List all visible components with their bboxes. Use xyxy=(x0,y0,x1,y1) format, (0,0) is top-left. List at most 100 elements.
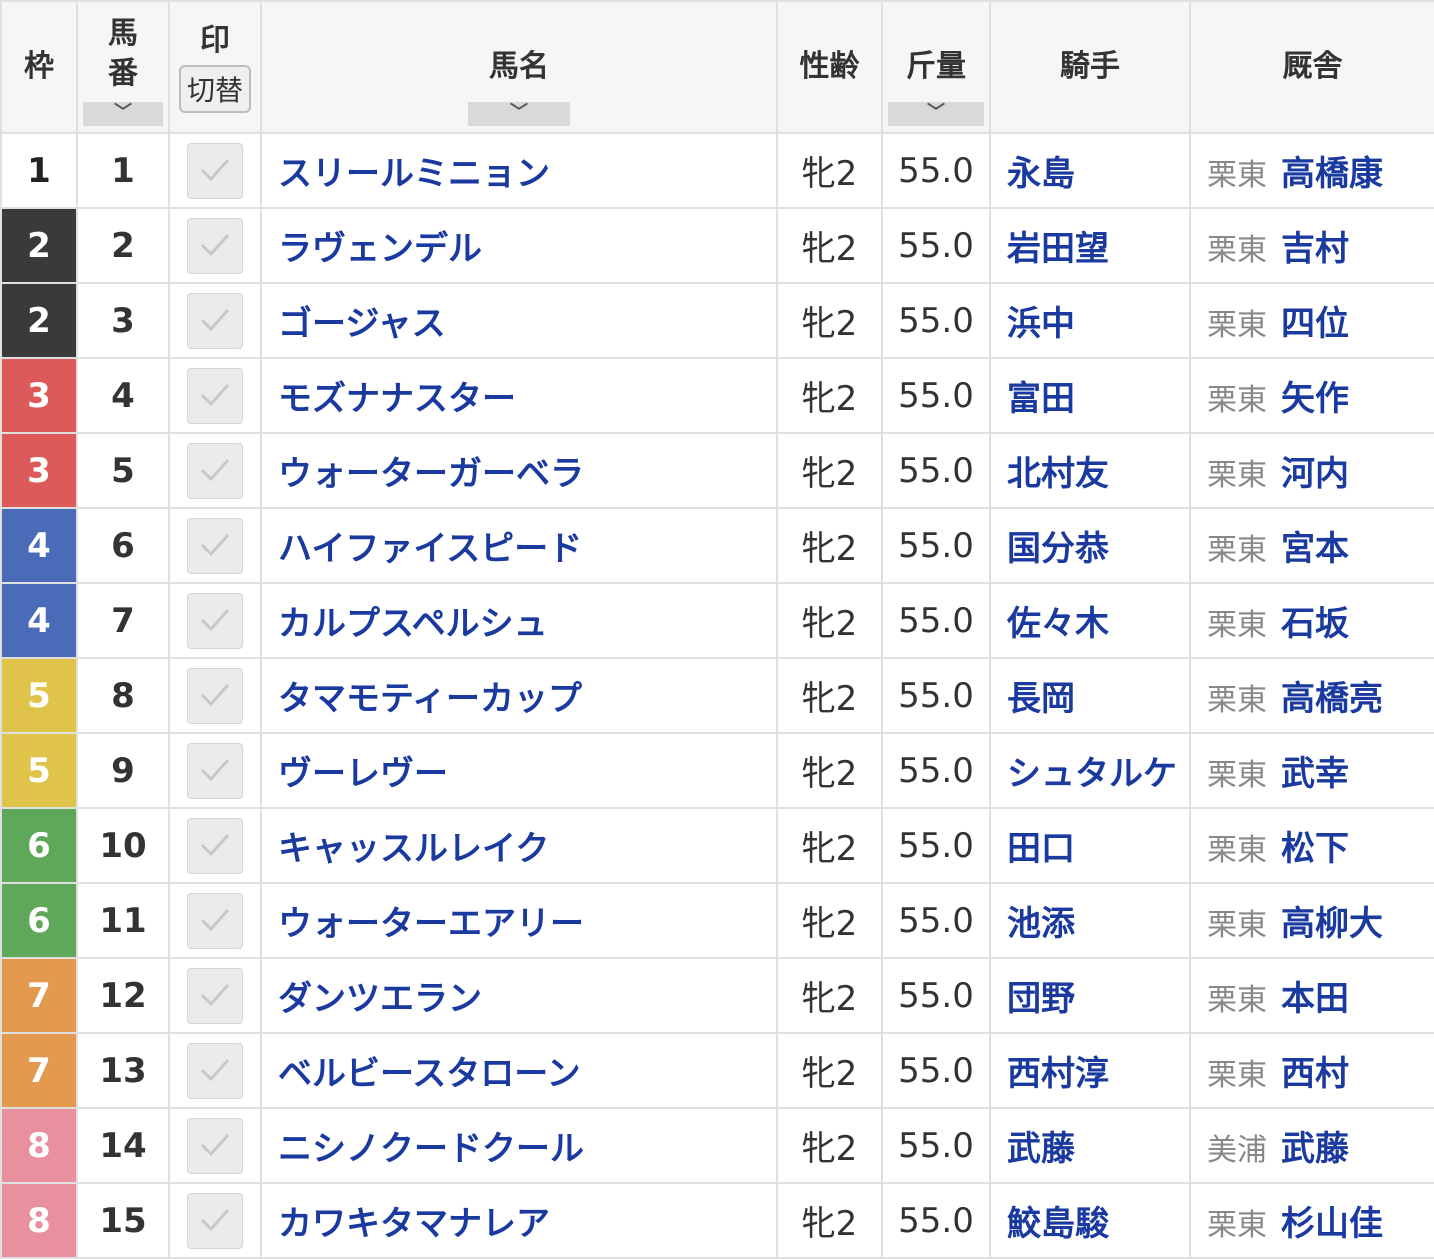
header-stable-label: 厩舎 xyxy=(1282,49,1343,84)
check-icon xyxy=(200,1133,230,1156)
horse-name-link[interactable]: ゴージャス xyxy=(260,282,778,359)
stable-cell: 栗東 四位 xyxy=(1189,282,1434,359)
stable-cell: 栗東 西村 xyxy=(1189,1032,1434,1109)
umaban-cell: 5 xyxy=(76,432,170,509)
jockey-link[interactable]: 富田 xyxy=(989,357,1191,434)
mark-checkbox[interactable] xyxy=(187,1117,243,1174)
weight-cell: 55.0 xyxy=(881,1032,991,1109)
sex-age-cell: 牝2 xyxy=(776,207,883,284)
umaban-number: 1 xyxy=(111,150,135,191)
sex-age-cell: 牝2 xyxy=(776,882,883,959)
jockey-link[interactable]: 佐々木 xyxy=(989,582,1191,659)
horse-name-link[interactable]: ウォーターエアリー xyxy=(260,882,778,959)
horse-name-link[interactable]: スリールミニョン xyxy=(260,132,778,209)
header-horse-name-label: 馬名 xyxy=(489,49,549,84)
mark-cell xyxy=(168,582,262,659)
weight-sort-button[interactable]: ﹀ xyxy=(888,102,984,126)
horse-name-link[interactable]: カルプスペルシュ xyxy=(260,582,778,659)
mark-checkbox[interactable] xyxy=(187,592,243,649)
mark-checkbox[interactable] xyxy=(187,967,243,1024)
jockey-link[interactable]: シュタルケ xyxy=(989,732,1191,809)
trainer-link[interactable]: 石坂 xyxy=(1281,604,1349,644)
mark-checkbox[interactable] xyxy=(187,817,243,874)
horse-name-sort-button[interactable]: ﹀ xyxy=(468,102,570,126)
horse-name-link[interactable]: ハイファイスピード xyxy=(260,507,778,584)
header-sex-age-label: 性齢 xyxy=(799,49,860,84)
horse-name-link[interactable]: モズナナスター xyxy=(260,357,778,434)
trainer-link[interactable]: 吉村 xyxy=(1281,229,1349,269)
mark-checkbox[interactable] xyxy=(187,367,243,424)
horse-name-link[interactable]: ラヴェンデル xyxy=(260,207,778,284)
jockey-link[interactable]: 永島 xyxy=(989,132,1191,209)
trainer-link[interactable]: 松下 xyxy=(1281,829,1349,869)
horse-name-link[interactable]: ヴーレヴー xyxy=(260,732,778,809)
horse-name-link[interactable]: ニシノクードクール xyxy=(260,1107,778,1184)
mark-cell xyxy=(168,957,262,1034)
trainer-link[interactable]: 西村 xyxy=(1281,1054,1349,1094)
trainer-link[interactable]: 杉山佳 xyxy=(1281,1204,1383,1244)
trainer-link[interactable]: 武幸 xyxy=(1281,754,1349,794)
trainer-link[interactable]: 高橋亮 xyxy=(1281,679,1383,719)
mark-checkbox[interactable] xyxy=(187,667,243,724)
horse-name-link[interactable]: カワキタマナレア xyxy=(260,1182,778,1259)
mark-checkbox[interactable] xyxy=(187,742,243,799)
mark-cell xyxy=(168,357,262,434)
waku-number: 1 xyxy=(27,150,51,191)
jockey-link[interactable]: 武藤 xyxy=(989,1107,1191,1184)
weight-cell: 55.0 xyxy=(881,1182,991,1259)
jockey-link[interactable]: 岩田望 xyxy=(989,207,1191,284)
jockey-link[interactable]: 池添 xyxy=(989,882,1191,959)
waku-number: 6 xyxy=(27,900,51,941)
jockey-link[interactable]: 西村淳 xyxy=(989,1032,1191,1109)
horse-name-link[interactable]: キャッスルレイク xyxy=(260,807,778,884)
mark-switch-button[interactable]: 切替 xyxy=(178,65,251,113)
sex-age-cell: 牝2 xyxy=(776,507,883,584)
jockey-link[interactable]: 鮫島駿 xyxy=(989,1182,1191,1259)
trainer-link[interactable]: 本田 xyxy=(1281,979,1349,1019)
weight-cell: 55.0 xyxy=(881,1107,991,1184)
stable-region: 美浦 xyxy=(1207,1133,1267,1168)
jockey-link[interactable]: 団野 xyxy=(989,957,1191,1034)
jockey-link[interactable]: 浜中 xyxy=(989,282,1191,359)
trainer-link[interactable]: 矢作 xyxy=(1281,379,1349,419)
sex-age-cell: 牝2 xyxy=(776,432,883,509)
mark-checkbox[interactable] xyxy=(187,1042,243,1099)
check-icon xyxy=(200,233,230,256)
jockey-link[interactable]: 国分恭 xyxy=(989,507,1191,584)
mark-checkbox[interactable] xyxy=(187,142,243,199)
jockey-link[interactable]: 北村友 xyxy=(989,432,1191,509)
horse-name-link[interactable]: タマモティーカップ xyxy=(260,657,778,734)
stable-cell: 栗東 高柳大 xyxy=(1189,882,1434,959)
mark-checkbox[interactable] xyxy=(187,1192,243,1249)
waku-cell: 4 xyxy=(0,507,78,584)
trainer-link[interactable]: 四位 xyxy=(1281,304,1349,344)
jockey-link[interactable]: 田口 xyxy=(989,807,1191,884)
waku-number: 2 xyxy=(27,225,51,266)
umaban-sort-button[interactable]: ﹀ xyxy=(83,102,163,126)
stable-cell: 栗東 高橋康 xyxy=(1189,132,1434,209)
mark-checkbox[interactable] xyxy=(187,517,243,574)
mark-checkbox[interactable] xyxy=(187,292,243,349)
race-entry-table: 枠 馬 番 ﹀ 印 切替 馬名 ﹀ 性齢 斤量 ﹀ 騎手 厩舎 1 1 スリール… xyxy=(0,0,1434,1259)
trainer-link[interactable]: 河内 xyxy=(1281,454,1349,494)
mark-checkbox[interactable] xyxy=(187,892,243,949)
weight-cell: 55.0 xyxy=(881,582,991,659)
trainer-link[interactable]: 高橋康 xyxy=(1281,154,1383,194)
trainer-link[interactable]: 武藤 xyxy=(1281,1129,1349,1169)
mark-cell xyxy=(168,657,262,734)
jockey-link[interactable]: 長岡 xyxy=(989,657,1191,734)
weight-cell: 55.0 xyxy=(881,732,991,809)
horse-name-link[interactable]: ダンツエラン xyxy=(260,957,778,1034)
mark-checkbox[interactable] xyxy=(187,442,243,499)
horse-name-link[interactable]: ウォーターガーベラ xyxy=(260,432,778,509)
waku-number: 3 xyxy=(27,450,51,491)
mark-checkbox[interactable] xyxy=(187,217,243,274)
weight-cell: 55.0 xyxy=(881,357,991,434)
weight-cell: 55.0 xyxy=(881,657,991,734)
trainer-link[interactable]: 宮本 xyxy=(1281,529,1349,569)
horse-name-link[interactable]: ベルビースタローン xyxy=(260,1032,778,1109)
trainer-link[interactable]: 高柳大 xyxy=(1281,904,1383,944)
header-row: 枠 馬 番 ﹀ 印 切替 馬名 ﹀ 性齢 斤量 ﹀ 騎手 厩舎 xyxy=(0,0,1434,134)
chevron-down-icon: ﹀ xyxy=(510,102,528,123)
stable-region: 栗東 xyxy=(1207,1208,1267,1243)
